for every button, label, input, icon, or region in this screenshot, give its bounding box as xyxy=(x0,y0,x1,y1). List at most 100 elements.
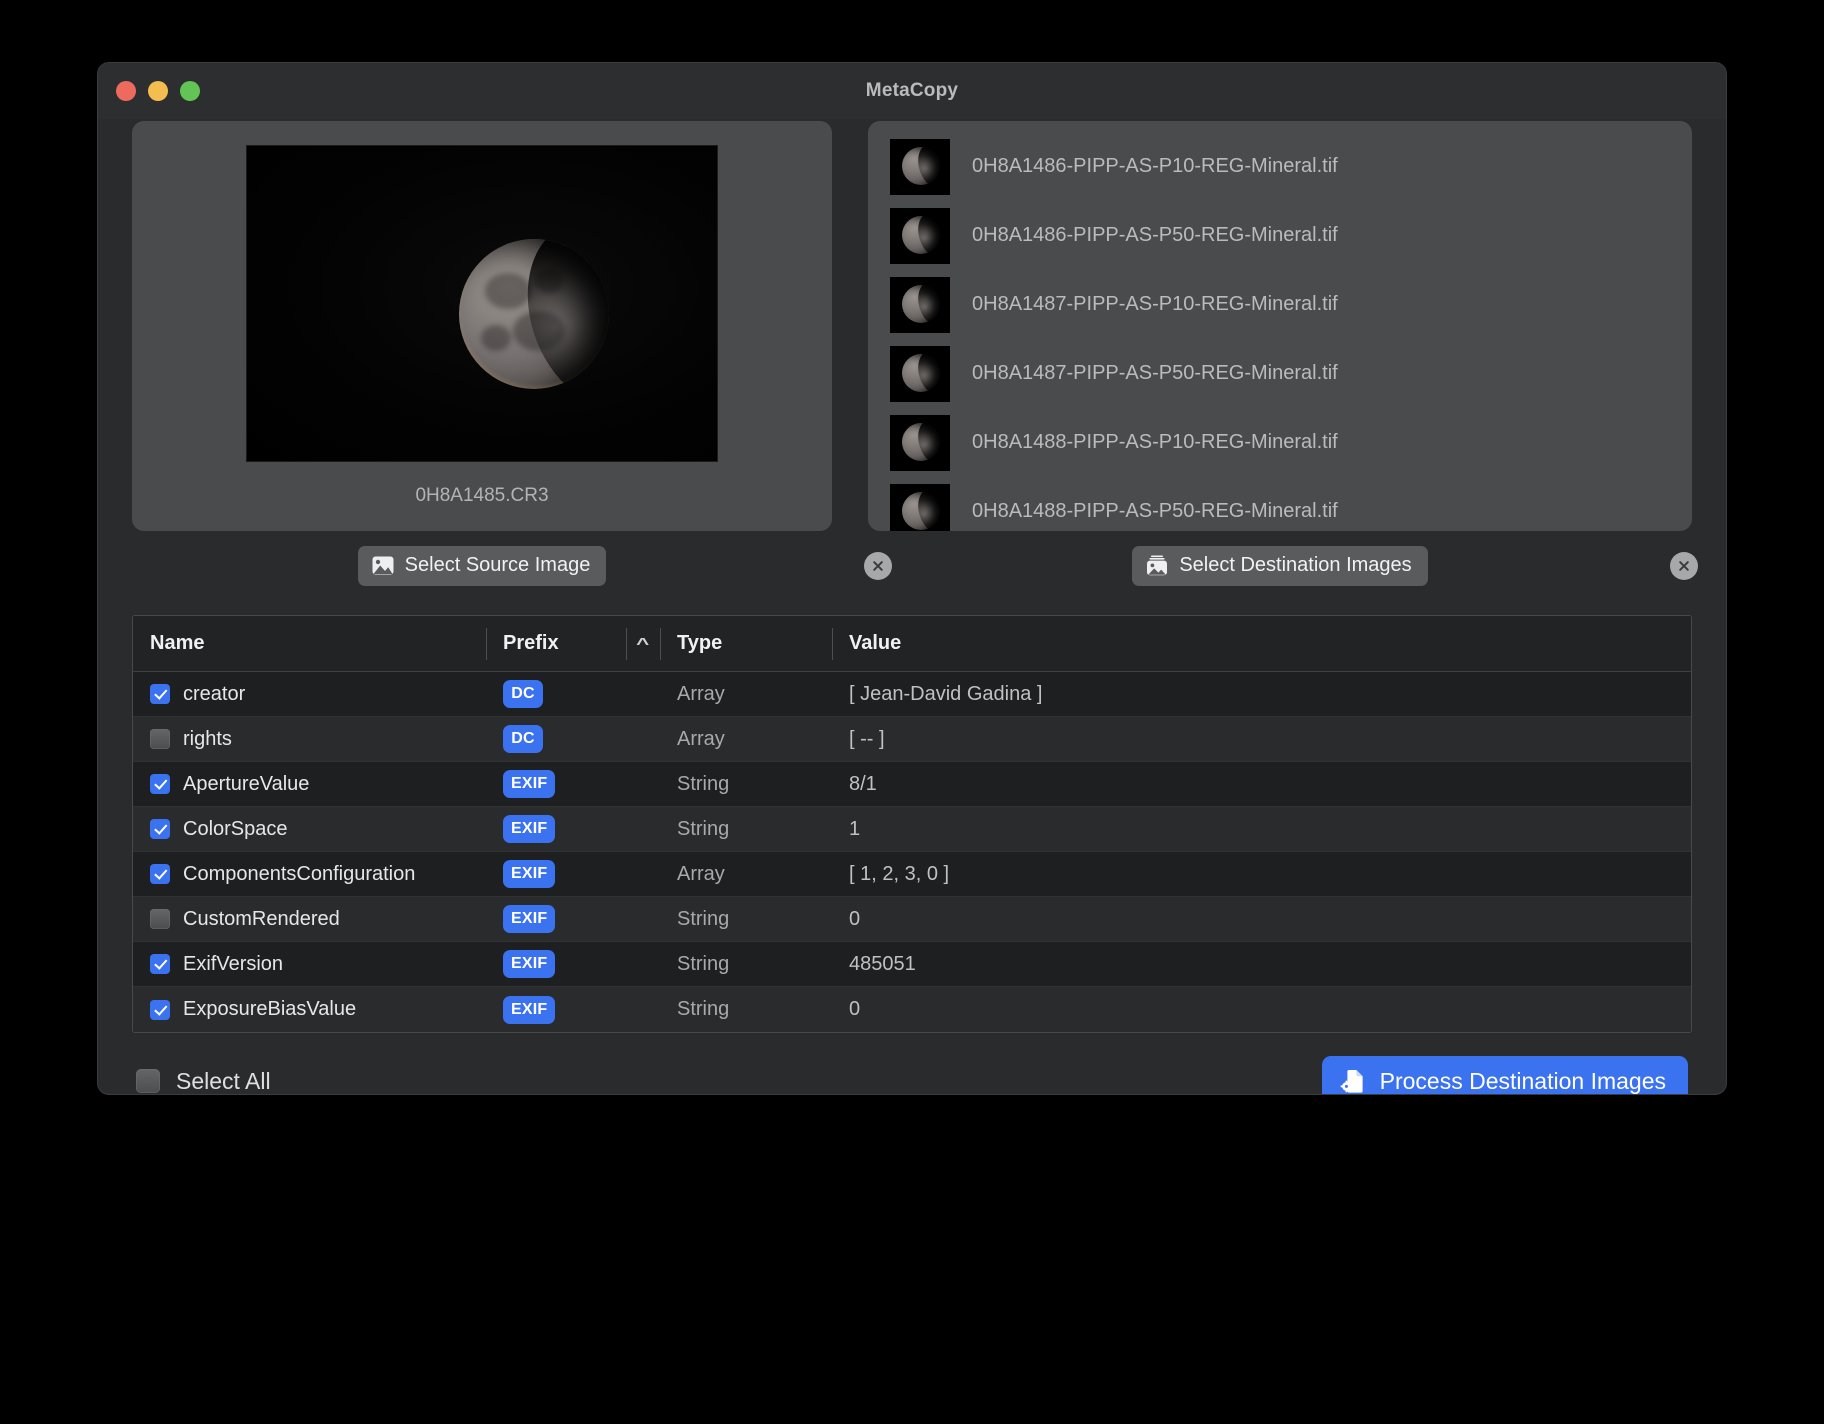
close-window-button[interactable] xyxy=(116,81,136,101)
thumbnail xyxy=(890,345,950,402)
row-prefix-cell: EXIF xyxy=(486,905,626,933)
source-actions: Select Source Image xyxy=(132,546,892,586)
actions-row: Select Source Image Select Destination I… xyxy=(132,531,1698,601)
row-value-cell: [ Jean-David Gadina ] xyxy=(849,682,1043,705)
column-header-prefix[interactable]: Prefix xyxy=(486,627,626,660)
table-row[interactable]: ColorSpace EXIF String 1 xyxy=(133,807,1691,852)
row-type-cell: String xyxy=(677,952,730,975)
row-name-label: CustomRendered xyxy=(183,907,340,930)
row-checkbox[interactable] xyxy=(150,999,170,1020)
row-type-cell: Array xyxy=(677,727,725,750)
photo-stack-icon xyxy=(1146,555,1168,576)
row-name-label: ExifVersion xyxy=(183,952,284,975)
list-item-label: 0H8A1486-PIPP-AS-P10-REG-Mineral.tif xyxy=(972,155,1338,177)
table-row[interactable]: ApertureValue EXIF String 8/1 xyxy=(133,762,1691,807)
destination-list[interactable]: 0H8A1486-PIPP-AS-P10-REG-Mineral.tif 0H8… xyxy=(868,129,1692,531)
prefix-badge: EXIF xyxy=(503,950,556,978)
source-image-panel[interactable]: 0H8A1485.CR3 xyxy=(132,121,832,531)
list-item[interactable]: 0H8A1487-PIPP-AS-P50-REG-Mineral.tif xyxy=(890,339,1692,408)
row-prefix-cell: EXIF xyxy=(486,995,626,1024)
row-type-cell: String xyxy=(677,817,730,840)
row-checkbox[interactable] xyxy=(150,954,170,974)
moon-disc xyxy=(459,238,609,389)
window-title: MetaCopy xyxy=(865,80,959,101)
prefix-badge: DC xyxy=(503,680,543,708)
row-name-label: ColorSpace xyxy=(183,817,288,840)
column-header-value[interactable]: Value xyxy=(832,627,1691,660)
list-item[interactable]: 0H8A1486-PIPP-AS-P10-REG-Mineral.tif xyxy=(890,132,1692,201)
prefix-badge: EXIF xyxy=(503,905,556,933)
column-header-name[interactable]: Name xyxy=(133,628,486,660)
zoom-window-button[interactable] xyxy=(180,81,200,101)
row-checkbox[interactable] xyxy=(150,909,170,929)
list-item[interactable]: 0H8A1488-PIPP-AS-P50-REG-Mineral.tif xyxy=(890,477,1692,531)
table-row[interactable]: ComponentsConfiguration EXIF Array [ 1, … xyxy=(133,852,1691,897)
table-body: creator DC Array [ Jean-David Gadina ] r… xyxy=(133,672,1691,1032)
list-item-label: 0H8A1486-PIPP-AS-P50-REG-Mineral.tif xyxy=(972,224,1338,246)
mare-region xyxy=(535,268,563,293)
select-destination-images-label: Select Destination Images xyxy=(1179,554,1412,576)
select-all-label: Select All xyxy=(176,1067,271,1094)
row-prefix-cell: EXIF xyxy=(486,860,626,888)
column-header-type[interactable]: Type xyxy=(660,627,832,660)
row-checkbox[interactable] xyxy=(150,864,170,884)
row-value-cell: [ 1, 2, 3, 0 ] xyxy=(849,862,950,885)
row-checkbox[interactable] xyxy=(150,684,170,704)
list-item-label: 0H8A1487-PIPP-AS-P50-REG-Mineral.tif xyxy=(972,362,1338,384)
table-row[interactable]: CustomRendered EXIF String 0 xyxy=(133,897,1691,942)
list-item[interactable]: 0H8A1488-PIPP-AS-P10-REG-Mineral.tif xyxy=(890,408,1692,477)
select-all-control[interactable]: Select All xyxy=(136,1068,271,1095)
row-name-cell: ExifVersion xyxy=(133,953,486,976)
select-all-checkbox[interactable] xyxy=(136,1069,160,1093)
row-prefix-cell: EXIF xyxy=(486,950,626,978)
list-item[interactable]: 0H8A1487-PIPP-AS-P10-REG-Mineral.tif xyxy=(890,270,1692,339)
chevron-up-icon: ^ xyxy=(636,635,650,653)
row-value-cell: 0 xyxy=(849,907,861,930)
sort-indicator[interactable]: ^ xyxy=(626,627,660,660)
row-name-cell: CustomRendered xyxy=(133,908,486,931)
source-filename-label: 0H8A1485.CR3 xyxy=(415,484,549,506)
select-destination-images-button[interactable]: Select Destination Images xyxy=(1132,546,1428,586)
row-prefix-cell: DC xyxy=(486,680,626,708)
window-controls xyxy=(116,81,200,101)
row-value-cell: 0 xyxy=(849,998,861,1020)
close-circle-icon xyxy=(1677,559,1691,573)
select-source-image-label: Select Source Image xyxy=(404,554,591,576)
prefix-badge: DC xyxy=(503,725,543,753)
minimize-window-button[interactable] xyxy=(148,81,168,101)
select-source-image-button[interactable]: Select Source Image xyxy=(357,546,607,586)
prefix-badge: EXIF xyxy=(503,770,556,798)
row-type-cell: Array xyxy=(677,682,725,705)
thumbnail xyxy=(890,207,950,264)
metadata-table: Name Prefix ^ Type Value creator DC Arra… xyxy=(132,615,1692,1033)
row-name-cell: ExposureBiasValue xyxy=(133,998,486,1021)
row-checkbox[interactable] xyxy=(150,774,170,794)
list-item-label: 0H8A1487-PIPP-AS-P10-REG-Mineral.tif xyxy=(972,293,1338,315)
table-row[interactable]: ExifVersion EXIF String 485051 xyxy=(133,942,1691,987)
app-window: MetaCopy 0H8A1485.CR3 0H8A1486-PIPP-AS-P… xyxy=(97,62,1727,1095)
row-name-label: ApertureValue xyxy=(183,772,310,795)
thumbnail xyxy=(890,138,950,195)
thumbnail xyxy=(890,276,950,333)
destination-actions: Select Destination Images xyxy=(868,546,1698,586)
table-header-row: Name Prefix ^ Type Value xyxy=(133,616,1691,672)
moon-photo xyxy=(247,145,717,461)
process-button-label: Process Destination Images xyxy=(1379,1067,1666,1094)
process-destination-images-button[interactable]: Process Destination Images xyxy=(1321,1055,1688,1094)
prefix-badge: EXIF xyxy=(503,815,556,843)
table-row[interactable]: rights DC Array [ -- ] xyxy=(133,717,1691,762)
list-item[interactable]: 0H8A1486-PIPP-AS-P50-REG-Mineral.tif xyxy=(890,201,1692,270)
thumbnail xyxy=(890,483,950,531)
row-type-cell: String xyxy=(677,772,730,795)
table-row[interactable]: ExposureBiasValue EXIF String 0 xyxy=(133,987,1691,1032)
photo-icon xyxy=(372,556,394,575)
row-type-cell: String xyxy=(677,907,730,930)
clear-destination-button[interactable] xyxy=(1670,552,1698,580)
row-checkbox[interactable] xyxy=(150,819,170,839)
list-item-label: 0H8A1488-PIPP-AS-P10-REG-Mineral.tif xyxy=(972,431,1338,453)
table-row[interactable]: creator DC Array [ Jean-David Gadina ] xyxy=(133,672,1691,717)
destination-images-panel[interactable]: 0H8A1486-PIPP-AS-P10-REG-Mineral.tif 0H8… xyxy=(868,121,1692,531)
row-name-label: creator xyxy=(183,682,246,705)
row-checkbox[interactable] xyxy=(150,729,170,749)
row-type-cell: String xyxy=(677,998,730,1020)
